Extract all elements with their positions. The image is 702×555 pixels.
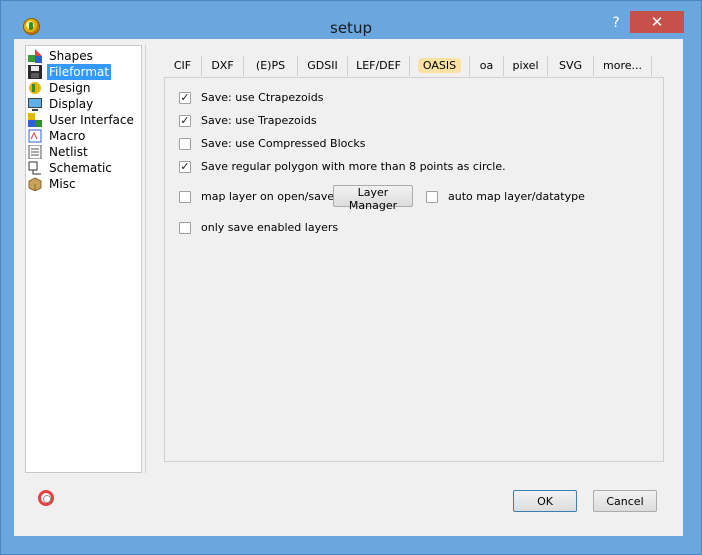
nav-item-label: Design (49, 81, 91, 95)
panel-splitter[interactable] (145, 45, 149, 473)
only-enabled-label: only save enabled layers (201, 221, 339, 234)
nav-item-label: Display (49, 97, 94, 111)
nav-item-label: Macro (49, 129, 86, 143)
nav-item-label: Misc (49, 177, 76, 191)
cancel-button[interactable]: Cancel (593, 490, 657, 512)
tab-eps[interactable]: (E)PS (244, 56, 298, 76)
setup-window: setup ? ✕ Shapes Fileformat Design Displ… (0, 0, 702, 555)
ctrapezoids-label: Save: use Ctrapezoids (201, 91, 324, 104)
close-button[interactable]: ✕ (630, 11, 684, 33)
trapezoids-label: Save: use Trapezoids (201, 114, 317, 127)
auto-map-label: auto map layer/datatype (448, 190, 585, 203)
polygon-circle-label: Save regular polygon with more than 8 po… (201, 160, 506, 173)
schematic-icon (28, 161, 41, 175)
nav-item-design[interactable]: Design (28, 80, 138, 96)
nav-item-netlist[interactable]: Netlist (28, 144, 138, 160)
netlist-icon (28, 145, 42, 159)
floppy-disk-icon (28, 65, 42, 79)
tab-oa[interactable]: oa (470, 56, 504, 76)
trapezoids-checkbox[interactable]: ✓ (179, 115, 191, 127)
monitor-icon (28, 98, 42, 111)
nav-item-schematic[interactable]: Schematic (28, 160, 138, 176)
dialog-body: Shapes Fileformat Design Display User In… (14, 39, 683, 536)
nav-item-label: Fileformat (47, 64, 112, 80)
nav-item-user-interface[interactable]: User Interface (28, 112, 138, 128)
ctrapezoids-checkbox[interactable]: ✓ (179, 92, 191, 104)
shapes-icon (28, 49, 42, 63)
only-enabled-checkbox[interactable] (179, 222, 191, 234)
tab-dxf[interactable]: DXF (202, 56, 244, 76)
nav-item-label: User Interface (49, 113, 134, 127)
auto-map-checkbox[interactable] (426, 191, 438, 203)
nav-item-label: Shapes (49, 49, 93, 63)
settings-category-list[interactable]: Shapes Fileformat Design Display User In… (25, 45, 142, 473)
layer-manager-button[interactable]: Layer Manager (333, 185, 413, 212)
polygon-circle-checkbox[interactable]: ✓ (179, 161, 191, 173)
nav-item-label: Schematic (49, 161, 112, 175)
ok-button[interactable]: OK (513, 490, 577, 512)
compressed-blocks-checkbox[interactable] (179, 138, 191, 150)
map-layer-checkbox[interactable] (179, 191, 191, 203)
tab-gdsii[interactable]: GDSII (298, 56, 348, 76)
nav-item-display[interactable]: Display (28, 96, 138, 112)
tab-lefdef[interactable]: LEF/DEF (348, 56, 410, 76)
map-layer-label: map layer on open/save (201, 190, 335, 203)
nav-item-macro[interactable]: Macro (28, 128, 138, 144)
box-icon (28, 177, 42, 191)
title-bar[interactable]: setup ? ✕ (1, 1, 701, 39)
tab-cif[interactable]: CIF (164, 56, 202, 76)
design-icon (29, 82, 41, 94)
user-interface-icon (28, 113, 42, 127)
nav-item-shapes[interactable]: Shapes (28, 48, 138, 64)
nav-item-fileformat[interactable]: Fileformat (28, 64, 138, 80)
tab-pixel[interactable]: pixel (504, 56, 548, 76)
tab-more[interactable]: more... (594, 56, 652, 76)
tab-oasis[interactable]: OASIS (410, 56, 470, 76)
compressed-blocks-label: Save: use Compressed Blocks (201, 137, 366, 150)
tab-svg[interactable]: SVG (548, 56, 594, 76)
nav-item-label: Netlist (49, 145, 88, 159)
title-help-button[interactable]: ? (603, 12, 629, 34)
format-tab-bar: CIF DXF (E)PS GDSII LEF/DEF OASIS oa pix… (164, 51, 664, 77)
oasis-options-panel: ✓ Save: use Ctrapezoids ✓ Save: use Trap… (164, 77, 664, 462)
lifebuoy-help-icon[interactable] (38, 490, 54, 506)
nav-item-misc[interactable]: Misc (28, 176, 138, 192)
macro-icon (28, 129, 42, 143)
window-title: setup (330, 19, 372, 37)
